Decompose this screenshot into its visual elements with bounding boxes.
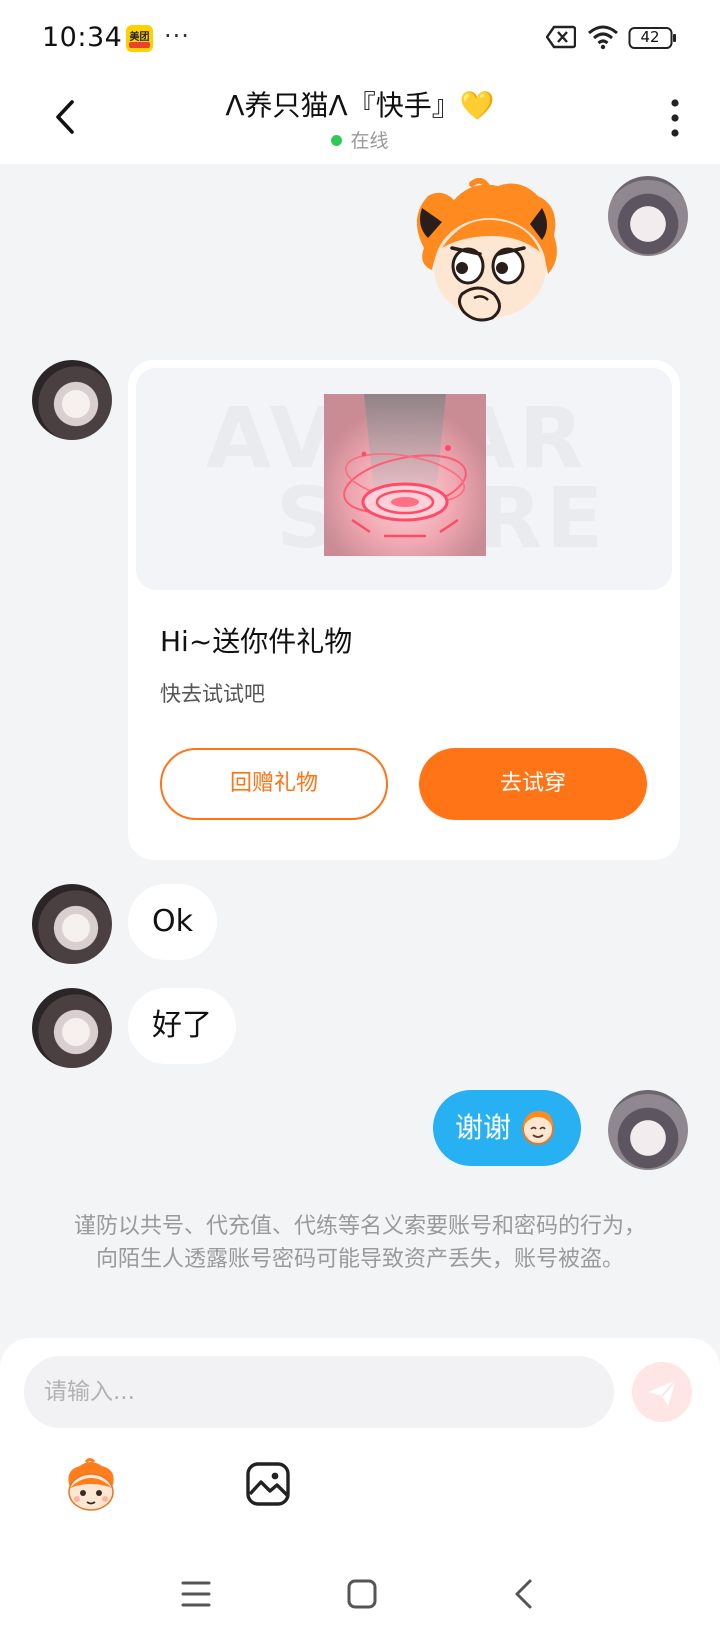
status-time: 10:34 <box>42 22 123 53</box>
meituan-label: 美团 <box>129 32 150 43</box>
gift-title: Hi~送你件礼物 <box>160 625 353 658</box>
battery-level: 42 <box>640 28 660 46</box>
gift-image-area: AVATAR STORE <box>136 368 672 590</box>
battery-icon: 42 <box>628 26 678 54</box>
contact-avatar[interactable] <box>32 360 112 440</box>
more-menu-button[interactable] <box>660 96 690 140</box>
chat-header: Λ养只猫Λ『快手』💛 在线 <box>0 78 720 164</box>
system-back-button[interactable] <box>510 1578 540 1610</box>
online-status-label: 在线 <box>350 130 389 152</box>
return-gift-button[interactable]: 回赠礼物 <box>160 748 388 820</box>
meituan-app-icon: 美团 <box>126 25 153 52</box>
online-dot-icon <box>331 135 343 146</box>
system-nav-bar <box>0 1556 720 1640</box>
message-input[interactable] <box>24 1356 614 1428</box>
message-bubble-sent[interactable]: 谢谢 <box>433 1090 582 1166</box>
message-bubble-received[interactable]: Ok <box>128 884 217 960</box>
try-on-button[interactable]: 去试穿 <box>419 748 647 820</box>
wifi-icon <box>588 25 618 50</box>
sticker-panel-button[interactable] <box>60 1458 122 1514</box>
contact-avatar[interactable] <box>32 884 112 964</box>
contact-name: Λ养只猫Λ『快手』💛 <box>225 89 495 122</box>
more-notifications-icon: ··· <box>164 22 190 50</box>
chat-screen: 10:34 美团 ··· 42 Λ养只猫Λ『快手』💛 在线 Hi~送你件礼物 快… <box>0 0 720 1640</box>
no-sim-icon <box>546 25 576 49</box>
contact-avatar[interactable] <box>32 988 112 1068</box>
status-bar: 10:34 美团 ··· 42 <box>0 0 720 78</box>
send-icon <box>648 1379 677 1406</box>
message-bubble-received[interactable]: 好了 <box>128 988 236 1064</box>
sticker-message[interactable] <box>402 178 566 330</box>
image-picker-button[interactable] <box>244 1460 292 1508</box>
gift-preview-image[interactable] <box>324 394 486 556</box>
gift-card[interactable]: AVATAR STORE <box>128 360 680 860</box>
my-avatar[interactable] <box>608 1090 688 1170</box>
security-warning: 谨防以共号、代充值、代练等名义索要账号和密码的行为，向陌生人透露账号密码可能导致… <box>73 1214 646 1272</box>
gift-subtitle: 快去试试吧 <box>160 682 265 706</box>
sticker-emoji-icon <box>522 1111 555 1145</box>
my-avatar[interactable] <box>608 176 688 256</box>
message-text: 谢谢 <box>455 1111 512 1144</box>
recent-apps-button[interactable] <box>181 1579 211 1609</box>
home-button[interactable] <box>346 1578 378 1610</box>
online-status: 在线 <box>0 126 720 153</box>
send-button[interactable] <box>632 1362 692 1422</box>
